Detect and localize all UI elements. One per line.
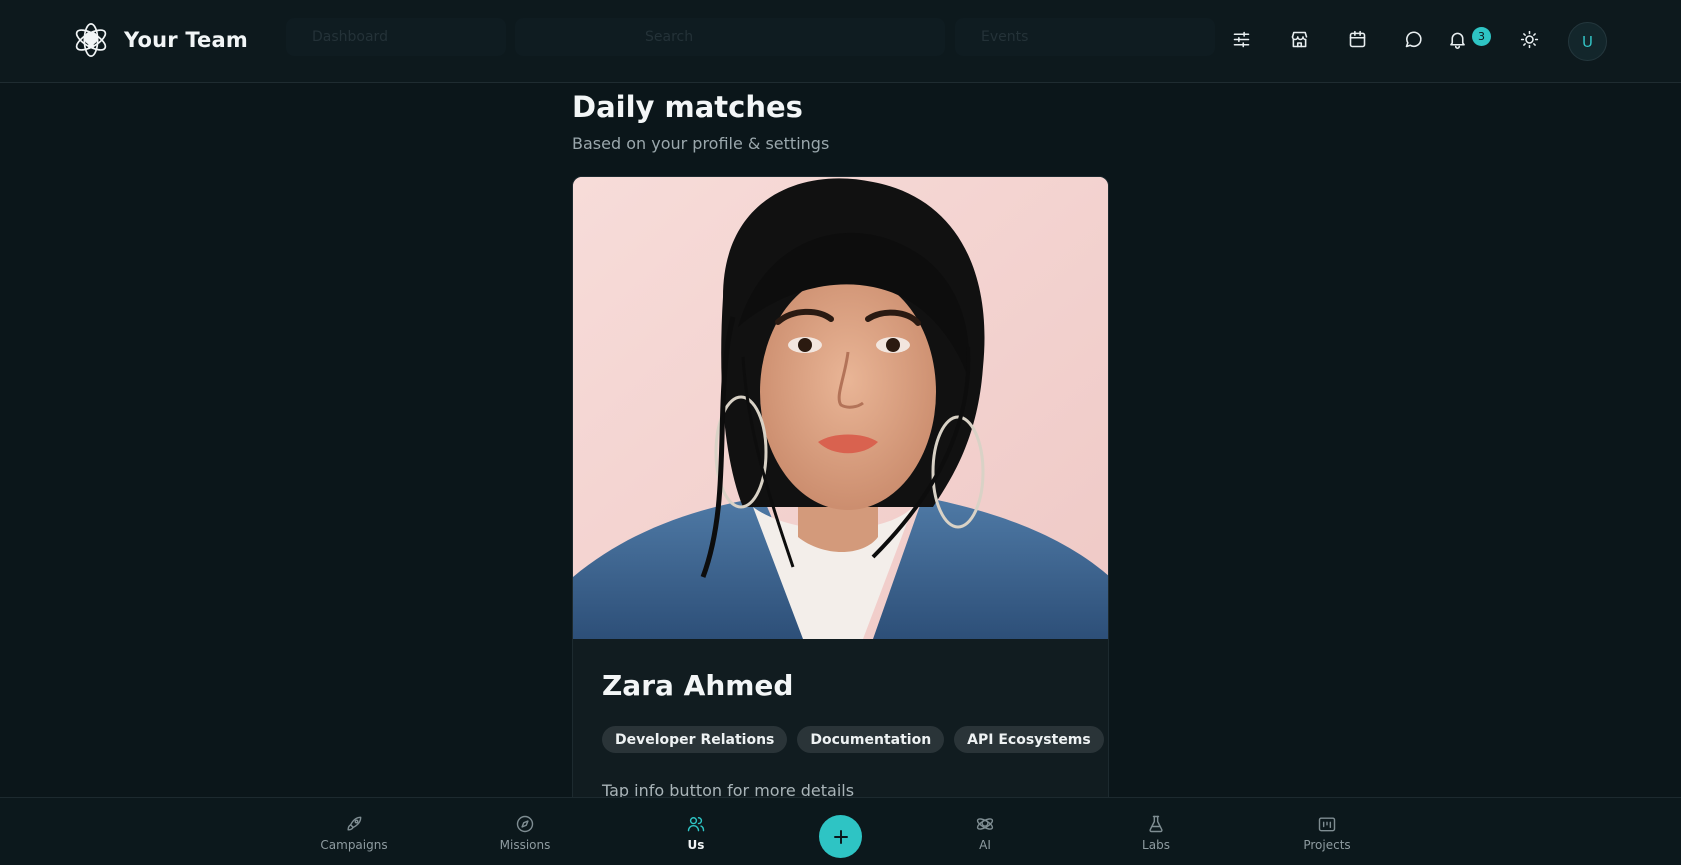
lightbulb-atom-icon <box>75 22 107 58</box>
nav-label: Missions <box>499 838 551 852</box>
match-card[interactable]: Zara Ahmed Developer Relations Documenta… <box>572 176 1109 816</box>
compass-icon <box>516 815 534 833</box>
page-subtitle: Based on your profile & settings <box>572 134 830 153</box>
ghost-nav-events[interactable]: Events <box>955 18 1215 56</box>
sun-icon[interactable] <box>1512 22 1546 56</box>
ghost-nav-search[interactable]: Search <box>515 18 945 56</box>
bottom-nav: Campaigns Missions Us AI Labs Projects <box>0 797 1681 865</box>
ghost-nav-dashboard[interactable]: Dashboard <box>286 18 506 56</box>
folder-icon <box>1318 817 1336 832</box>
chat-icon[interactable] <box>1396 22 1430 56</box>
nav-item-projects[interactable]: Projects <box>1277 814 1377 852</box>
page-title: Daily matches <box>572 90 803 124</box>
store-icon[interactable] <box>1282 22 1316 56</box>
nav-label: Labs <box>1142 838 1170 852</box>
ai-brain-icon <box>976 818 994 830</box>
skill-tag: Documentation <box>797 726 945 753</box>
nav-item-ai[interactable]: AI <box>935 814 1035 852</box>
top-header: Your Team Dashboard Search Events 3 U <box>0 0 1681 83</box>
calendar-icon[interactable] <box>1340 22 1374 56</box>
nav-item-missions[interactable]: Missions <box>475 814 575 852</box>
user-avatar[interactable]: U <box>1568 22 1607 61</box>
brand-name: Your Team <box>124 28 248 52</box>
nav-item-campaigns[interactable]: Campaigns <box>304 814 404 852</box>
add-button[interactable] <box>819 815 862 858</box>
users-icon <box>687 817 705 832</box>
skill-tag: Developer Relations <box>602 726 788 753</box>
flask-icon <box>1149 815 1163 833</box>
nav-label: Projects <box>1303 838 1351 852</box>
nav-item-labs[interactable]: Labs <box>1106 814 1206 852</box>
skill-tag: API Ecosystems <box>954 726 1104 753</box>
nav-label: Us <box>687 838 705 852</box>
nav-label: AI <box>979 838 991 852</box>
rocket-icon <box>347 816 362 831</box>
brand[interactable]: Your Team <box>72 21 248 59</box>
skill-tags: Developer Relations Documentation API Ec… <box>602 726 1104 753</box>
sliders-icon[interactable] <box>1224 22 1258 56</box>
nav-label: Campaigns <box>320 838 388 852</box>
notification-badge: 3 <box>1472 27 1491 46</box>
plus-icon <box>833 829 848 844</box>
person-name: Zara Ahmed <box>602 669 794 702</box>
bell-icon[interactable] <box>1440 22 1474 56</box>
profile-photo[interactable] <box>573 177 1108 639</box>
nav-item-us[interactable]: Us <box>646 814 746 852</box>
